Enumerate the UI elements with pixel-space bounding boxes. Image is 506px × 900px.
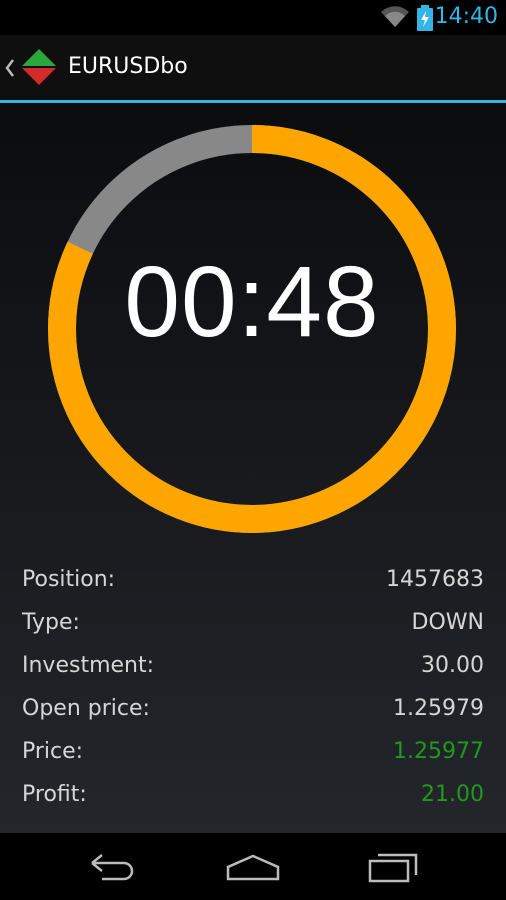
up-chevron-icon[interactable] [4,58,16,82]
detail-value: 1.25977 [393,739,484,764]
recents-icon[interactable] [368,851,418,887]
detail-label: Type: [22,610,80,635]
detail-row-investment: Investment: 30.00 [22,644,484,687]
detail-row-price: Price: 1.25977 [22,730,484,773]
detail-label: Investment: [22,653,155,678]
screen: 14:40 EURUSDbo 00:48 Position: 1457683 T… [0,0,506,900]
action-bar: EURUSDbo [0,35,506,100]
detail-row-type: Type: DOWN [22,601,484,644]
detail-value: 30.00 [421,653,484,678]
status-clock: 14:40 [434,4,498,29]
detail-row-profit: Profit: 21.00 [22,773,484,816]
navigation-bar [0,833,506,900]
detail-label: Price: [22,739,84,764]
up-down-arrows-icon[interactable] [20,47,58,91]
wifi-icon [380,5,410,33]
countdown-time: 00:48 [124,246,380,358]
trade-details: Position: 1457683 Type: DOWN Investment:… [22,558,484,816]
page-title: EURUSDbo [68,54,188,79]
battery-charging-icon [416,5,434,35]
main-content: 00:48 Position: 1457683 Type: DOWN Inves… [0,103,506,833]
detail-value: 1.25979 [393,696,484,721]
detail-value: 21.00 [421,782,484,807]
detail-row-position: Position: 1457683 [22,558,484,601]
detail-label: Open price: [22,696,150,721]
detail-value: DOWN [411,610,484,635]
detail-label: Profit: [22,782,87,807]
detail-row-open-price: Open price: 1.25979 [22,687,484,730]
back-icon[interactable] [88,853,138,885]
status-bar: 14:40 [0,0,506,35]
detail-label: Position: [22,567,116,592]
home-icon[interactable] [226,853,280,885]
detail-value: 1457683 [386,567,484,592]
